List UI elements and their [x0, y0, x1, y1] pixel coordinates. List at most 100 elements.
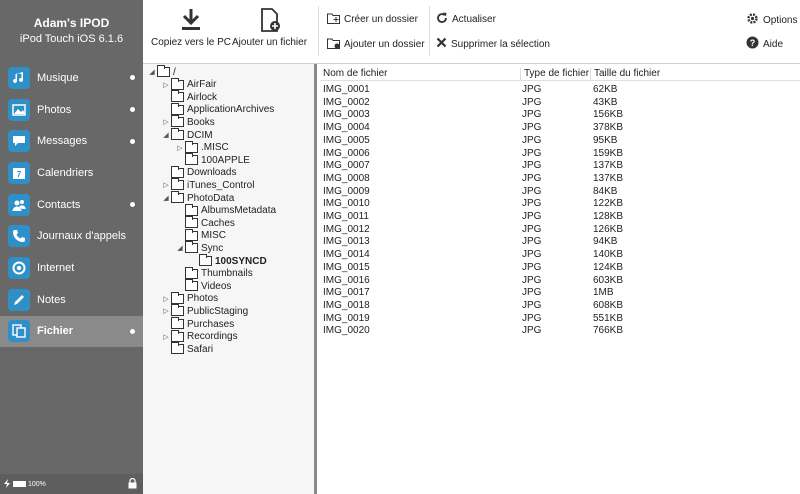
- collapse-arrow-icon[interactable]: ◢: [161, 194, 171, 202]
- options-button[interactable]: Options: [746, 12, 797, 28]
- refresh-label: Actualiser: [452, 14, 496, 25]
- tree-folder[interactable]: ▷ Books: [161, 115, 215, 128]
- file-row[interactable]: IMG_0005 JPG 95KB: [320, 135, 800, 148]
- tree-folder[interactable]: ▷ AirFair: [161, 77, 216, 91]
- tree-folder[interactable]: Downloads: [161, 165, 236, 179]
- file-row[interactable]: IMG_0012 JPG 126KB: [320, 224, 800, 237]
- tree-folder[interactable]: ▷ .MISC: [175, 140, 229, 154]
- add-folder-label: Ajouter un dossier: [344, 39, 425, 50]
- tree-folder[interactable]: Caches: [175, 216, 235, 229]
- add-folder-button[interactable]: Ajouter un dossier: [327, 37, 425, 52]
- file-type: JPG: [522, 147, 542, 159]
- tree-folder[interactable]: 100APPLE: [175, 153, 250, 166]
- folder-icon: [171, 128, 184, 140]
- file-row[interactable]: IMG_0010 JPG 122KB: [320, 198, 800, 211]
- tree-folder[interactable]: Safari: [161, 342, 214, 355]
- tree-folder[interactable]: Videos: [175, 279, 231, 292]
- expand-arrow-icon[interactable]: ▷: [161, 118, 171, 126]
- file-row[interactable]: IMG_0018 JPG 608KB: [320, 300, 800, 313]
- copy-to-pc-button[interactable]: Copiez vers le PC: [151, 8, 231, 48]
- contacts-icon: [8, 193, 30, 216]
- file-row[interactable]: IMG_0013 JPG 94KB: [320, 236, 800, 249]
- file-row[interactable]: IMG_0014 JPG 140KB: [320, 249, 800, 262]
- tree-folder[interactable]: AlbumsMetadata: [175, 203, 277, 217]
- file-size: 95KB: [593, 134, 618, 146]
- file-row[interactable]: IMG_0016 JPG 603KB: [320, 275, 800, 288]
- tree-folder[interactable]: ▷ Photos: [161, 291, 218, 305]
- tree-folder[interactable]: Thumbnails: [175, 266, 253, 280]
- tree-folder[interactable]: ◢ PhotoData: [161, 191, 234, 204]
- tree-folder-label: Safari: [187, 343, 214, 355]
- sidebar-item-photos[interactable]: Photos: [0, 94, 143, 126]
- tree-folder[interactable]: Airlock: [161, 90, 217, 103]
- sidebar-item-contacts[interactable]: Contacts: [0, 189, 143, 221]
- file-row[interactable]: IMG_0011 JPG 128KB: [320, 211, 800, 224]
- file-row[interactable]: IMG_0003 JPG 156KB: [320, 109, 800, 122]
- sidebar-item-calendar[interactable]: 7 Calendriers: [0, 157, 143, 189]
- collapse-arrow-icon[interactable]: ◢: [147, 68, 157, 76]
- expand-arrow-icon[interactable]: ▷: [161, 81, 171, 89]
- column-header-name[interactable]: Nom de fichier: [320, 68, 521, 81]
- tree-folder-label: AlbumsMetadata: [201, 205, 277, 217]
- tree-folder-label: Recordings: [187, 331, 238, 343]
- sidebar-item-label: Calendriers: [37, 166, 94, 179]
- lock-icon[interactable]: [128, 477, 137, 491]
- calendar-icon: 7: [8, 161, 30, 184]
- delete-selection-button[interactable]: Supprimer la sélection: [436, 37, 550, 51]
- tree-folder[interactable]: 100SYNCD: [189, 254, 267, 267]
- file-size: 94KB: [593, 236, 618, 248]
- tree-folder[interactable]: ▷ PublicStaging: [161, 304, 248, 317]
- file-row[interactable]: IMG_0020 JPG 766KB: [320, 325, 800, 338]
- expand-arrow-icon[interactable]: ▷: [161, 307, 171, 315]
- folder-icon: [185, 241, 198, 254]
- tree-folder[interactable]: Purchases: [161, 317, 234, 330]
- file-row[interactable]: IMG_0002 JPG 43KB: [320, 97, 800, 110]
- file-row[interactable]: IMG_0008 JPG 137KB: [320, 173, 800, 186]
- tree-folder[interactable]: MISC: [175, 228, 226, 242]
- file-row[interactable]: IMG_0007 JPG 137KB: [320, 160, 800, 173]
- collapse-arrow-icon[interactable]: ◢: [175, 244, 185, 252]
- column-header-type[interactable]: Type de fichier: [521, 68, 591, 81]
- tree-folder[interactable]: ◢ /: [147, 65, 176, 78]
- tree-folder[interactable]: ▷ iTunes_Control: [161, 178, 254, 191]
- sidebar-item-file[interactable]: Fichier: [0, 315, 143, 348]
- expand-arrow-icon[interactable]: ▷: [161, 181, 171, 189]
- folder-icon: [171, 191, 184, 203]
- file-row[interactable]: IMG_0019 JPG 551KB: [320, 313, 800, 326]
- file-type: JPG: [522, 274, 542, 286]
- folder-icon: [157, 65, 170, 77]
- expand-arrow-icon[interactable]: ▷: [175, 144, 185, 152]
- file-size: 126KB: [593, 223, 624, 235]
- expand-arrow-icon[interactable]: ▷: [161, 333, 171, 341]
- photos-icon: [8, 98, 30, 121]
- sidebar-item-messages[interactable]: Messages: [0, 125, 143, 157]
- expand-arrow-icon[interactable]: ▷: [161, 295, 171, 303]
- tree-folder[interactable]: ▷ Recordings: [161, 329, 238, 343]
- sidebar-item-notes[interactable]: Notes: [0, 284, 143, 316]
- tree-folder[interactable]: ApplicationArchives: [161, 102, 274, 116]
- file-row[interactable]: IMG_0004 JPG 378KB: [320, 122, 800, 135]
- tree-folder[interactable]: ◢ Sync: [175, 241, 224, 254]
- refresh-button[interactable]: Actualiser: [436, 12, 496, 27]
- file-row[interactable]: IMG_0015 JPG 124KB: [320, 262, 800, 275]
- sidebar-item-internet[interactable]: Internet: [0, 252, 143, 284]
- file-row[interactable]: IMG_0009 JPG 84KB: [320, 186, 800, 199]
- file-row[interactable]: IMG_0001 JPG 62KB: [320, 84, 800, 97]
- help-button[interactable]: ? Aide: [746, 36, 783, 52]
- sidebar-item-music[interactable]: Musique: [0, 62, 143, 94]
- refresh-icon: [436, 12, 452, 27]
- file-row[interactable]: IMG_0006 JPG 159KB: [320, 148, 800, 161]
- column-header-size[interactable]: Taille du fichier: [591, 68, 800, 81]
- download-icon: [151, 8, 231, 32]
- internet-icon: [8, 256, 30, 279]
- folder-icon: [171, 102, 184, 115]
- add-file-button[interactable]: Ajouter un fichier: [232, 8, 307, 48]
- collapse-arrow-icon[interactable]: ◢: [161, 131, 171, 139]
- tree-folder[interactable]: ◢ DCIM: [161, 128, 213, 141]
- gear-icon: [746, 12, 763, 28]
- sidebar-item-phone[interactable]: Journaux d'appels: [0, 220, 143, 252]
- tree-folder-label: Sync: [201, 242, 224, 254]
- sidebar-item-label: Notes: [37, 293, 66, 306]
- create-folder-button[interactable]: Créer un dossier: [327, 12, 418, 27]
- file-row[interactable]: IMG_0017 JPG 1MB: [320, 287, 800, 300]
